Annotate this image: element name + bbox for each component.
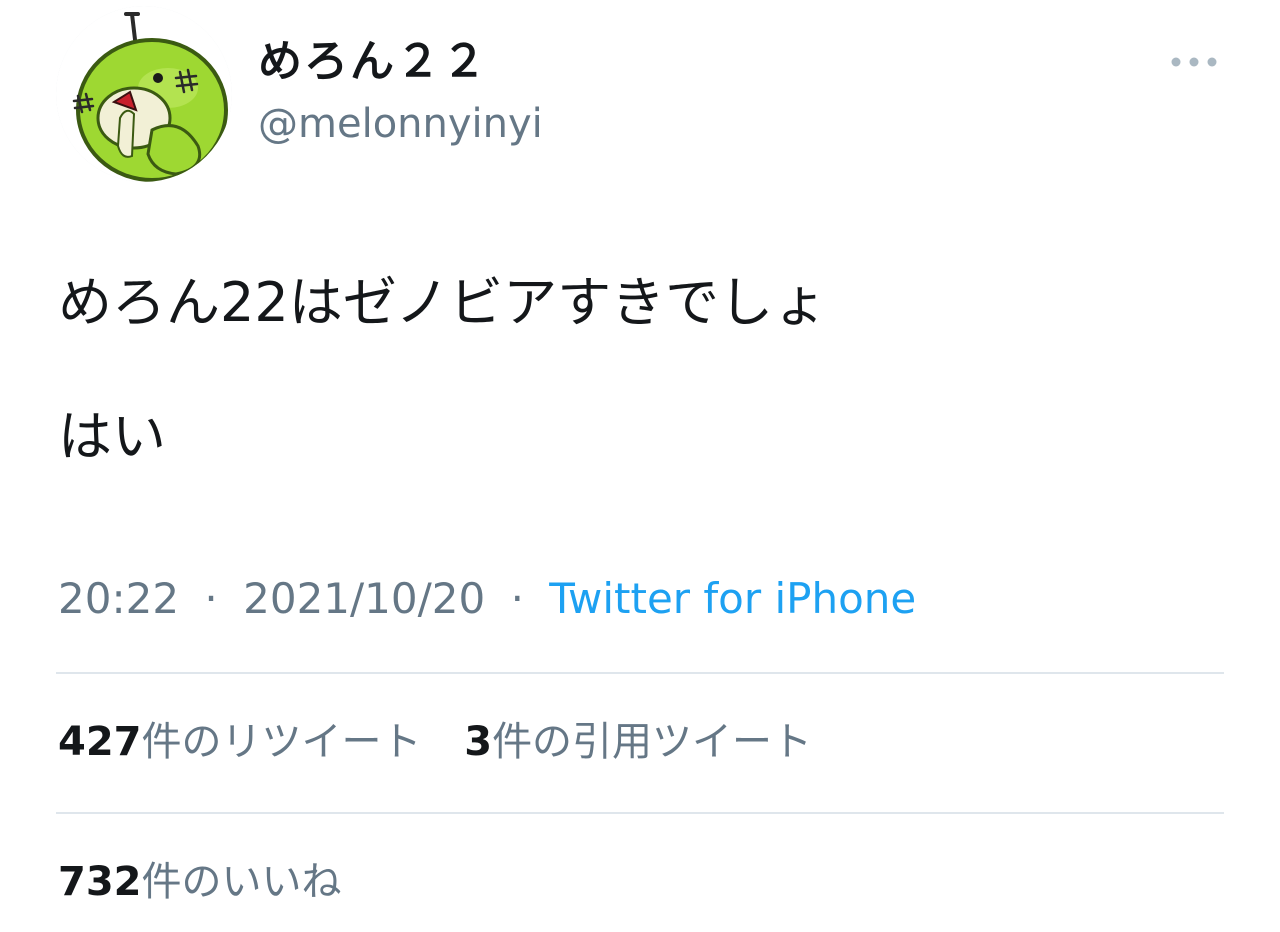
quote-count-link[interactable]: 3件の引用ツイート	[464, 719, 812, 765]
engagement-stats: 427件のリツイート 3件の引用ツイート	[58, 716, 842, 768]
user-avatar[interactable]	[56, 6, 232, 182]
like-count: 732	[58, 859, 142, 905]
retweet-label: 件のリツイート	[141, 719, 422, 765]
quote-count: 3	[464, 719, 493, 765]
tweet-time[interactable]: 20:22	[58, 574, 179, 623]
tweet-text-line: はい	[58, 405, 166, 468]
meta-separator: ·	[204, 574, 218, 623]
user-handle[interactable]: @melonnyinyi	[258, 100, 543, 148]
tweet-metadata: 20:22 · 2021/10/20 · Twitter for iPhone	[58, 572, 916, 626]
melon-character-icon	[56, 6, 232, 182]
tweet-detail: めろん２２ @melonnyinyi めろん22はゼノビアすきでしょ はい 20…	[0, 0, 1280, 932]
tweet-text-line: めろん22はゼノビアすきでしょ	[58, 271, 828, 334]
tweet-source-link[interactable]: Twitter for iPhone	[549, 574, 916, 623]
divider	[56, 672, 1224, 674]
retweet-count-link[interactable]: 427件のリツイート	[58, 719, 422, 765]
quote-label: 件の引用ツイート	[492, 719, 813, 765]
like-stats: 732件のいいね	[58, 856, 372, 908]
retweet-count: 427	[58, 719, 142, 765]
like-label: 件のいいね	[141, 859, 342, 905]
like-count-link[interactable]: 732件のいいね	[58, 859, 342, 905]
tweet-date[interactable]: 2021/10/20	[243, 574, 485, 623]
display-name[interactable]: めろん２２	[258, 36, 488, 88]
meta-separator: ·	[510, 574, 524, 623]
divider	[56, 812, 1224, 814]
more-options-button[interactable]	[1164, 44, 1224, 80]
more-horizontal-icon	[1171, 57, 1217, 67]
